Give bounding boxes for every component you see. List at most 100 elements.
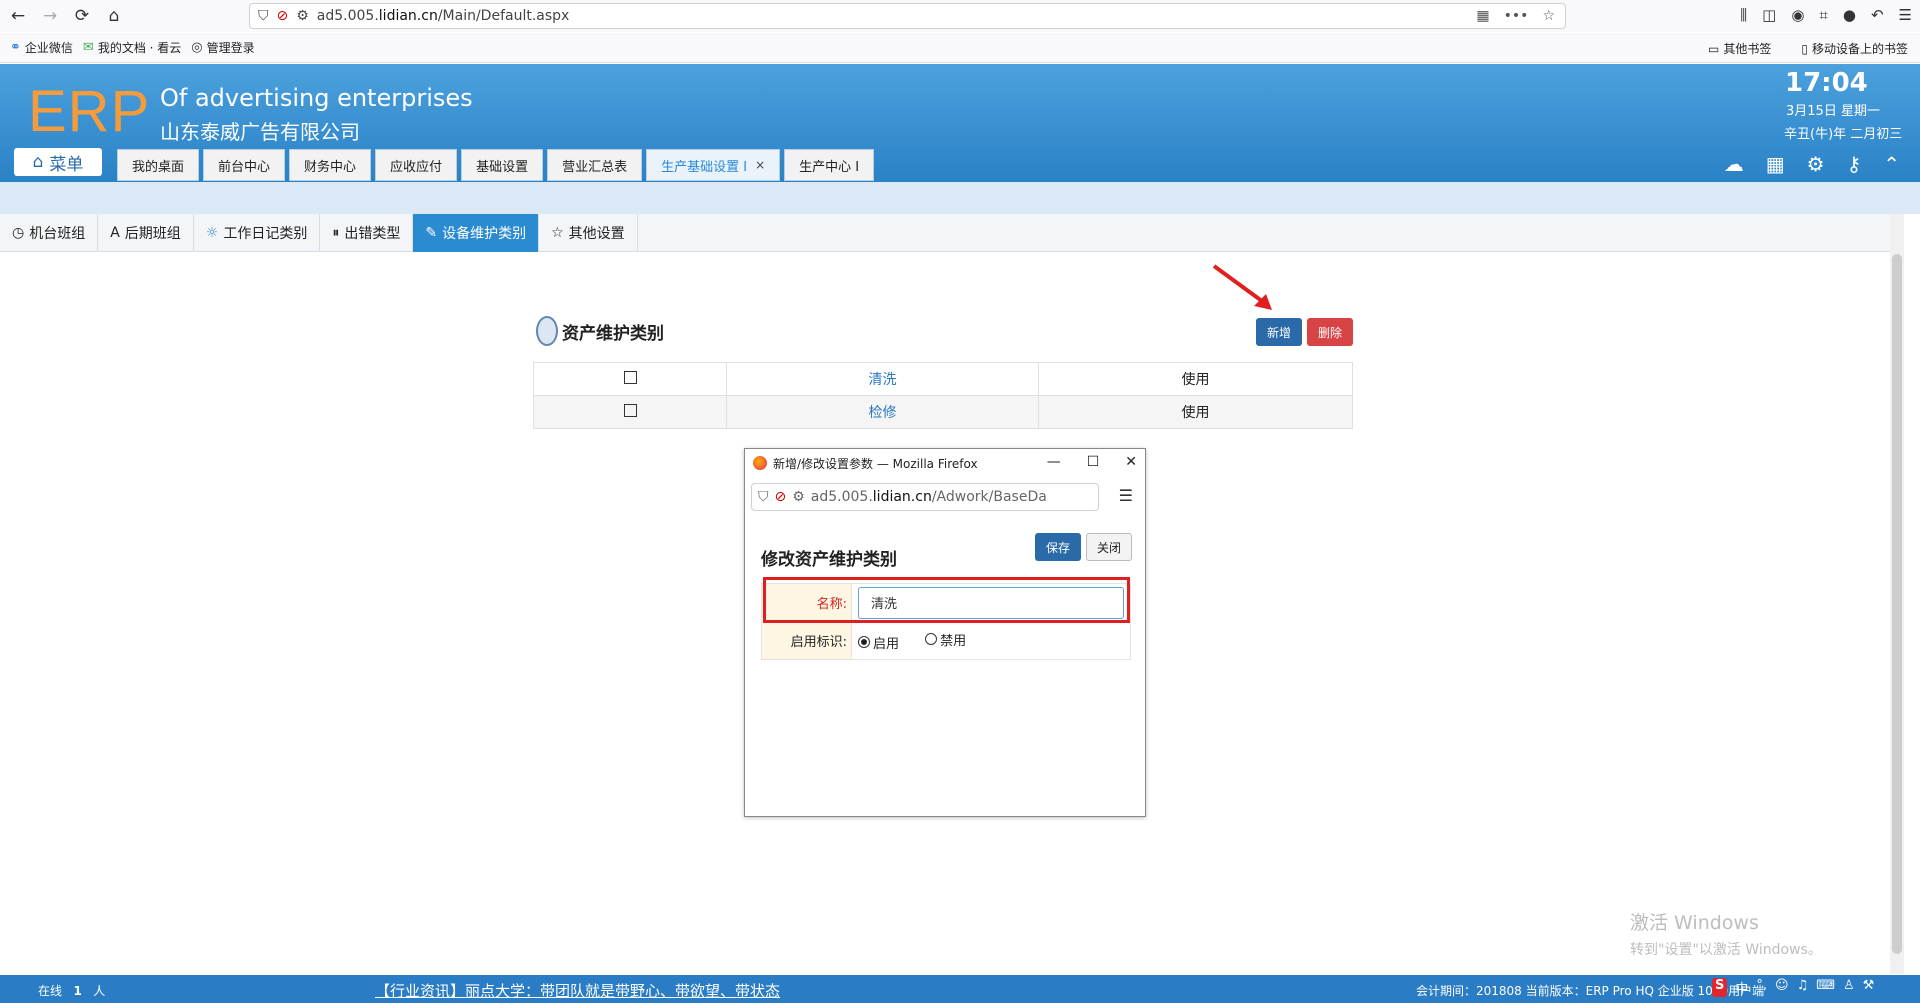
reload-icon[interactable]: ⟳ <box>68 2 96 30</box>
category-link[interactable]: 清洗 <box>869 372 897 388</box>
red-arrow-icon <box>1212 264 1272 310</box>
more-icon[interactable]: ••• <box>1504 8 1529 24</box>
subtab-equipment-maintenance[interactable]: ✎ 设备维护类别 <box>413 214 540 252</box>
home-icon[interactable]: ⌂ <box>100 2 128 30</box>
wechat-work-icon: ⚭ <box>10 40 21 55</box>
bookmarks-bar: ⚭ 企业微信 ✉ 我的文档 · 看云 ◎ 管理登录 ▭ 其他书签 ▯ 移动设备上的书签 <box>0 33 1920 63</box>
bookmark-item[interactable]: ◎ 管理登录 <box>191 39 254 56</box>
row-checkbox[interactable] <box>623 370 637 384</box>
mascot-icon <box>536 316 558 346</box>
other-bookmarks[interactable]: ▭ 其他书签 <box>1708 40 1771 57</box>
main-tabs: 我的桌面 前台中心 财务中心 应收应付 基础设置 营业汇总表 生产基础设置 I ×… <box>117 149 875 181</box>
tab-production-center[interactable]: 生产中心 I <box>784 149 875 181</box>
header-strip <box>0 182 1920 214</box>
settings-icon[interactable]: ⚙ <box>1807 152 1825 176</box>
minimize-icon[interactable]: — <box>1047 454 1061 470</box>
account-icon[interactable]: ◉ <box>1791 6 1804 24</box>
subtab-work-log-categories[interactable]: ☼ 工作日记类别 <box>194 214 321 252</box>
user-icon[interactable]: ☁ <box>1724 152 1744 176</box>
insecure-lock-icon: ⊘ <box>774 489 787 505</box>
tab-basic-settings[interactable]: 基础设置 <box>461 149 544 181</box>
lunar-date: 辛丑(牛)年 二月初三 <box>1784 127 1903 142</box>
sogou-icon[interactable]: S <box>1712 978 1728 997</box>
add-button[interactable]: 新增 <box>1256 318 1302 346</box>
row-checkbox[interactable] <box>623 403 637 417</box>
ime-mode[interactable]: 中 <box>1735 978 1748 997</box>
category-table: 清洗 使用 检修 使用 <box>533 362 1353 429</box>
shield-icon: ⛉ <box>758 489 769 505</box>
clock-icon: ◷ <box>12 225 25 241</box>
dialog-menu-icon[interactable]: ☰ <box>1119 486 1133 505</box>
star-icon: ☆ <box>551 225 564 241</box>
save-button[interactable]: 保存 <box>1035 533 1081 561</box>
radio-enable[interactable]: 启用 <box>858 633 899 652</box>
subtab-machine-groups[interactable]: ◷ 机台班组 <box>0 214 99 252</box>
subtab-error-types[interactable]: ⏸ 出错类型 <box>320 214 414 252</box>
radio-on-icon <box>858 636 870 648</box>
permissions-icon: ⚙ <box>296 8 309 24</box>
qr-code-icon[interactable]: ▦ <box>1476 8 1489 24</box>
close-tab-icon[interactable]: × <box>755 158 765 172</box>
address-bar[interactable]: ⛉ ⊘ ⚙ ad5.005.lidian.cn/Main/Default.asp… <box>249 3 1566 29</box>
menu-button[interactable]: ⌂ 菜单 <box>14 148 102 176</box>
screenshot-icon[interactable]: ⌗ <box>1819 6 1827 24</box>
bookmark-star-icon[interactable]: ☆ <box>1542 8 1555 24</box>
dialog-address-bar[interactable]: ⛉ ⊘ ⚙ ad5.005.lidian.cn/Adwork/BaseDa <box>751 483 1099 511</box>
menu-icon[interactable]: ☰ <box>1899 6 1912 24</box>
browser-toolbar: ← → ⟳ ⌂ ⛉ ⊘ ⚙ ad5.005.lidian.cn/Main/Def… <box>0 0 1920 32</box>
subtab-post-groups[interactable]: A 后期班组 <box>98 214 194 252</box>
dialog-heading: 修改资产维护类别 <box>761 550 897 570</box>
tab-desktop[interactable]: 我的桌面 <box>117 149 200 181</box>
back-icon[interactable]: ← <box>4 2 32 30</box>
tab-production-settings[interactable]: 生产基础设置 I × <box>646 149 781 181</box>
logo: ERP <box>28 79 151 144</box>
close-window-icon[interactable]: ✕ <box>1125 454 1137 470</box>
skin-icon[interactable]: ♙ <box>1843 978 1855 997</box>
enable-label: 启用标识: <box>790 635 847 650</box>
status-bar: 在线 1 人 【行业资讯】丽点大学：带团队就是带野心、带欲望、带状态 会计期间：… <box>0 975 1920 1003</box>
sun-icon: ☼ <box>205 225 219 241</box>
apps-icon[interactable]: ▦ <box>1766 152 1785 176</box>
folder-icon: ▭ <box>1708 41 1720 56</box>
pause-icon: ⏸ <box>332 225 340 241</box>
sidebar-icon[interactable]: ◫ <box>1762 6 1776 24</box>
shield-icon: ⛉ <box>258 8 269 24</box>
tab-front-desk[interactable]: 前台中心 <box>203 149 286 181</box>
bookmark-item[interactable]: ⚭ 企业微信 <box>10 39 73 56</box>
pencil-icon: ✎ <box>425 225 438 241</box>
insecure-lock-icon: ⊘ <box>276 8 289 24</box>
maximize-icon[interactable]: ☐ <box>1087 454 1100 470</box>
tab-receivables[interactable]: 应收应付 <box>375 149 458 181</box>
company-name-cn: 山东泰威广告有限公司 <box>160 120 360 144</box>
emoji-icon[interactable]: ☺ <box>1775 978 1789 997</box>
close-button[interactable]: 关闭 <box>1086 533 1132 561</box>
mic-icon[interactable]: ♫ <box>1797 978 1809 997</box>
undo-icon[interactable]: ↶ <box>1871 6 1884 24</box>
subtab-other-settings[interactable]: ☆ 其他设置 <box>539 214 638 252</box>
company-name-en: Of advertising enterprises <box>160 84 473 112</box>
section-title: 资产维护类别 <box>536 316 664 346</box>
collapse-up-icon[interactable]: ⌃ <box>1883 152 1900 176</box>
tab-business-summary[interactable]: 营业汇总表 <box>547 149 643 181</box>
category-link[interactable]: 检修 <box>869 405 897 421</box>
online-count: 在线 1 人 <box>38 984 106 998</box>
news-ticker[interactable]: 【行业资讯】丽点大学：带团队就是带野心、带欲望、带状态 <box>375 980 780 1001</box>
library-icon[interactable]: ⫼ <box>1740 6 1747 24</box>
bookmark-item[interactable]: ✉ 我的文档 · 看云 <box>83 39 181 56</box>
windows-watermark: 激活 Windows 转到"设置"以激活 Windows。 <box>1630 912 1822 958</box>
keyboard-icon[interactable]: ⌨ <box>1816 978 1835 997</box>
scrollbar-thumb[interactable] <box>1892 254 1902 954</box>
table-row: 检修 使用 <box>533 395 1353 429</box>
mobile-bookmarks[interactable]: ▯ 移动设备上的书签 <box>1801 40 1908 57</box>
font-a-icon: A <box>110 225 120 241</box>
forward-icon[interactable]: → <box>36 2 64 30</box>
phone-icon: ▯ <box>1801 41 1808 56</box>
key-icon[interactable]: ⚷ <box>1847 152 1862 176</box>
chat-icon[interactable]: ● <box>1843 6 1856 24</box>
tab-finance[interactable]: 财务中心 <box>289 149 372 181</box>
delete-button[interactable]: 删除 <box>1307 318 1353 346</box>
date: 3月15日 星期一 <box>1786 104 1880 119</box>
punctuation-icon[interactable]: °, <box>1756 978 1767 997</box>
radio-disable[interactable]: 禁用 <box>925 630 966 649</box>
toolbox-icon[interactable]: ⚒ <box>1863 978 1875 997</box>
